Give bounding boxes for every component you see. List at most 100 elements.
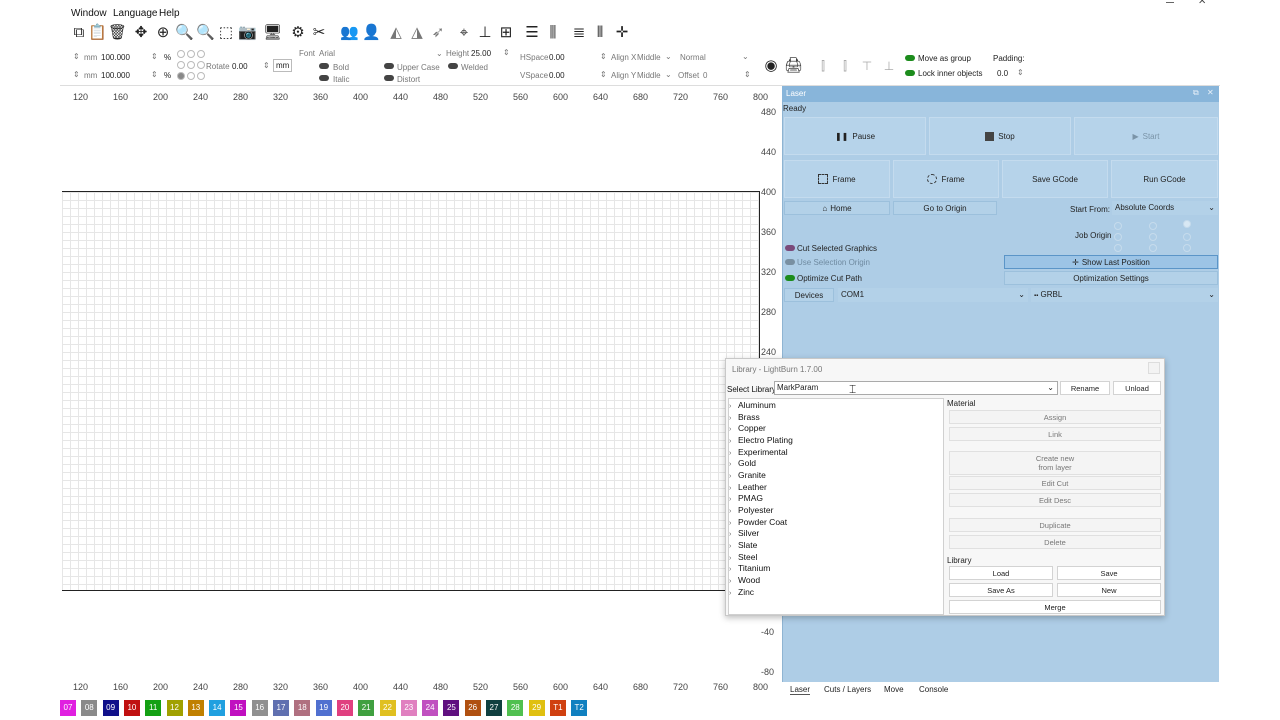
close-panel-icon[interactable]: ✕ bbox=[1207, 88, 1214, 97]
menu-window[interactable]: Window bbox=[71, 8, 107, 19]
palette-swatch[interactable]: 25 bbox=[443, 700, 460, 716]
tree-item[interactable]: › PMAG bbox=[729, 493, 763, 503]
palette-swatch[interactable]: 15 bbox=[230, 700, 247, 716]
show-last-position-button[interactable]: ✛ Show Last Position bbox=[1004, 255, 1218, 269]
palette-swatch[interactable]: 22 bbox=[379, 700, 396, 716]
anchor-radio[interactable] bbox=[197, 72, 205, 80]
up-down-icon[interactable]: ⇕ bbox=[503, 48, 510, 57]
align-center-icon[interactable]: ⊞ bbox=[497, 24, 515, 42]
delete-icon[interactable]: 🗑 bbox=[108, 24, 127, 42]
palette-swatch[interactable]: 19 bbox=[315, 700, 332, 716]
palette-swatch[interactable]: 14 bbox=[209, 700, 226, 716]
rotate-value[interactable]: 0.00 bbox=[232, 62, 248, 71]
bold-toggle[interactable] bbox=[319, 63, 329, 69]
minimize-icon[interactable] bbox=[1166, 0, 1174, 3]
mirror-icon[interactable]: ◮ bbox=[408, 24, 426, 42]
print-cut-icon[interactable]: 🖨 bbox=[784, 57, 803, 75]
zoom-frame-icon[interactable]: ⬚ bbox=[217, 24, 235, 42]
home-button[interactable]: ⌂ Home bbox=[784, 201, 890, 215]
anchor-radio-selected[interactable] bbox=[177, 72, 185, 80]
target-icon[interactable]: ⌖ bbox=[455, 24, 473, 42]
palette-swatch[interactable]: 11 bbox=[145, 700, 162, 716]
chevron-down-icon[interactable]: ⌄ bbox=[742, 52, 749, 61]
unit-toggle-button[interactable]: mm bbox=[273, 59, 293, 72]
up-down-icon[interactable]: ⇕ bbox=[600, 52, 607, 61]
tree-item[interactable]: › Brass bbox=[729, 412, 760, 422]
upper-case-toggle[interactable] bbox=[384, 63, 394, 69]
start-from-select[interactable]: Absolute Coords ⌄ bbox=[1112, 201, 1218, 215]
offset-value[interactable]: 0 bbox=[703, 71, 707, 80]
link-button[interactable]: Link bbox=[949, 427, 1161, 441]
tree-item[interactable]: › Silver bbox=[729, 528, 759, 538]
zoom-in-icon[interactable]: 🔍 bbox=[175, 24, 194, 42]
zoom-out-icon[interactable]: 🔍 bbox=[196, 24, 215, 42]
edit-desc-button[interactable]: Edit Desc bbox=[949, 493, 1161, 507]
tab-console[interactable]: Console bbox=[919, 685, 948, 694]
arrow-icon[interactable]: ➶ bbox=[429, 24, 447, 42]
welded-toggle[interactable] bbox=[448, 63, 458, 69]
height-value[interactable]: 100.000 bbox=[101, 71, 130, 80]
select-library-dropdown[interactable]: MarkParam ⌄ bbox=[774, 381, 1058, 395]
assign-button[interactable]: Assign bbox=[949, 410, 1161, 424]
tree-item[interactable]: › Zinc bbox=[729, 587, 754, 597]
tree-item[interactable]: › Gold bbox=[729, 458, 756, 468]
user-icon[interactable]: 👤 bbox=[362, 24, 381, 42]
padding-value[interactable]: 0.0 bbox=[997, 69, 1008, 78]
go-to-origin-button[interactable]: Go to Origin bbox=[893, 201, 997, 215]
up-down-icon[interactable]: ⇕ bbox=[263, 61, 270, 70]
palette-swatch[interactable]: 28 bbox=[507, 700, 524, 716]
optimization-settings-button[interactable]: Optimization Settings bbox=[1004, 271, 1218, 285]
paste-icon[interactable]: 📋 bbox=[88, 24, 107, 42]
tree-item[interactable]: › Wood bbox=[729, 575, 760, 585]
align-vcenter-icon[interactable]: ⊥ bbox=[880, 57, 898, 75]
up-down-icon[interactable]: ⇕ bbox=[744, 70, 751, 79]
hspace-value[interactable]: 0.00 bbox=[549, 53, 565, 62]
origin-radio[interactable] bbox=[1114, 222, 1122, 230]
run-gcode-button[interactable]: Run GCode bbox=[1111, 160, 1218, 198]
unload-button[interactable]: Unload bbox=[1113, 381, 1161, 395]
material-tree[interactable]: › Aluminum › Brass › Copper › Electro Platin… bbox=[728, 398, 944, 615]
palette-swatch[interactable]: 27 bbox=[486, 700, 502, 716]
edit-cut-button[interactable]: Edit Cut bbox=[949, 476, 1161, 490]
crosshair-icon[interactable]: ✛ bbox=[613, 24, 631, 42]
work-area-grid[interactable] bbox=[62, 191, 760, 591]
palette-swatch[interactable]: 12 bbox=[166, 700, 183, 716]
origin-radio-selected[interactable] bbox=[1183, 220, 1191, 228]
up-down-icon[interactable]: ⇕ bbox=[73, 52, 80, 61]
origin-radio[interactable] bbox=[1183, 244, 1191, 252]
anchor-radio[interactable] bbox=[177, 61, 185, 69]
anchor-radio[interactable] bbox=[197, 61, 205, 69]
palette-swatch[interactable]: 09 bbox=[102, 700, 119, 716]
save-button[interactable]: Save bbox=[1057, 566, 1161, 580]
tree-item[interactable]: › Slate bbox=[729, 540, 757, 550]
save-gcode-button[interactable]: Save GCode bbox=[1002, 160, 1108, 198]
rename-button[interactable]: Rename bbox=[1060, 381, 1110, 395]
align-bottom-icon[interactable]: ⊥ bbox=[476, 24, 494, 42]
palette-swatch[interactable]: T2 bbox=[571, 700, 588, 716]
palette-swatch[interactable]: 16 bbox=[251, 700, 268, 716]
palette-swatch[interactable]: 08 bbox=[81, 700, 98, 716]
menu-help[interactable]: Help bbox=[159, 8, 180, 19]
move-as-group-toggle[interactable] bbox=[905, 55, 915, 61]
distribute-v-icon[interactable]: ⫼ bbox=[544, 24, 562, 42]
anchor-radio[interactable] bbox=[187, 72, 195, 80]
save-as-button[interactable]: Save As bbox=[949, 583, 1053, 597]
up-down-icon[interactable]: ⇕ bbox=[1017, 68, 1024, 77]
text-mode-select[interactable]: Normal bbox=[680, 53, 706, 62]
align-middle-icon[interactable]: ≣ bbox=[570, 24, 588, 42]
menu-language[interactable]: Language bbox=[113, 8, 158, 19]
italic-toggle[interactable] bbox=[319, 75, 329, 81]
palette-swatch[interactable]: 20 bbox=[336, 700, 353, 716]
palette-swatch[interactable]: 07 bbox=[60, 700, 76, 716]
tree-item[interactable]: › Electro Plating bbox=[729, 435, 793, 445]
camera-icon[interactable]: 📷 bbox=[238, 24, 257, 42]
palette-swatch[interactable]: 24 bbox=[422, 700, 439, 716]
palette-swatch[interactable]: 18 bbox=[294, 700, 311, 716]
palette-swatch[interactable]: 21 bbox=[358, 700, 375, 716]
monitor-icon[interactable]: 🖥 bbox=[263, 24, 282, 42]
origin-radio[interactable] bbox=[1114, 244, 1122, 252]
cut-selected-toggle[interactable] bbox=[785, 245, 795, 251]
float-icon[interactable]: ⧉ bbox=[1193, 88, 1199, 98]
anchor-radio[interactable] bbox=[177, 50, 185, 58]
tree-item[interactable]: › Leather bbox=[729, 482, 767, 492]
